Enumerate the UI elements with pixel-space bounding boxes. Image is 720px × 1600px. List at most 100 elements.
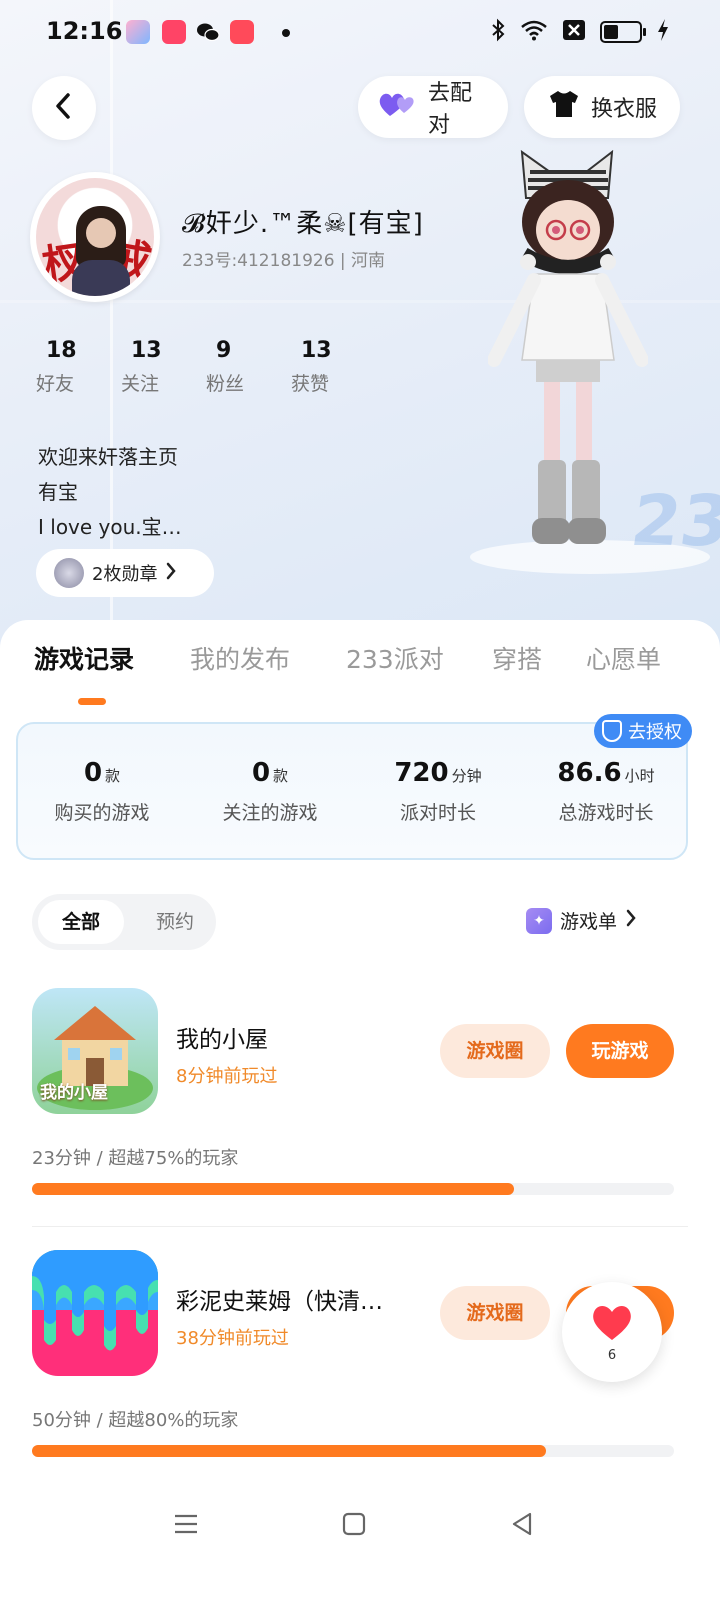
system-navigation-bar xyxy=(0,1490,720,1560)
bluetooth-icon xyxy=(490,18,506,46)
summary-purchased: 0款 购买的游戏 xyxy=(18,758,186,825)
battery-icon xyxy=(600,21,646,43)
status-time: 12:16 xyxy=(46,17,123,45)
game-list-link[interactable]: ✦ 游戏单 xyxy=(526,907,637,934)
summary-value: 0 xyxy=(251,758,271,788)
status-bar: 12:16 xyxy=(0,0,720,64)
stat-number: 9 xyxy=(216,338,232,363)
like-count: 6 xyxy=(607,1348,617,1363)
authorize-button[interactable]: 去授权 xyxy=(594,714,692,748)
summary-unit: 分钟 xyxy=(451,767,482,785)
status-right-icons xyxy=(490,18,670,46)
tab-game-records[interactable]: 游戏记录 xyxy=(34,640,134,676)
avatar-decoration xyxy=(72,260,130,296)
stat-fans[interactable]: 9 粉丝 xyxy=(200,338,285,396)
bio-line: I love you.宝… xyxy=(38,515,182,539)
stat-label: 粉丝 xyxy=(206,373,245,395)
summary-label: 购买的游戏 xyxy=(54,802,150,824)
game-last-played: 38分钟前玩过 xyxy=(176,1328,289,1349)
filter-all[interactable]: 全部 xyxy=(38,900,124,944)
heart-icon xyxy=(590,1302,634,1349)
avatar-decoration xyxy=(86,218,116,248)
game-name: 我的小屋 xyxy=(176,1027,268,1053)
stat-following[interactable]: 13 关注 xyxy=(115,338,200,396)
stat-label: 获赞 xyxy=(291,373,330,395)
back-triangle-icon[interactable] xyxy=(508,1510,536,1542)
notification-dot xyxy=(282,29,290,37)
filter-segmented-control: 全部 预约 xyxy=(32,894,216,950)
home-icon[interactable] xyxy=(340,1510,368,1542)
charging-icon xyxy=(656,18,670,46)
menu-icon[interactable] xyxy=(172,1510,200,1542)
game-playtime: 50分钟 / 超越80%的玩家 xyxy=(32,1410,239,1431)
tshirt-icon xyxy=(547,89,581,125)
tab-233-party[interactable]: 233派对 xyxy=(346,640,444,676)
summary-unit: 款 xyxy=(105,767,121,785)
summary-value: 0 xyxy=(83,758,103,788)
summary-value: 86.6 xyxy=(557,758,622,788)
wechat-icon xyxy=(196,20,220,44)
stat-label: 关注 xyxy=(121,373,160,395)
hearts-icon xyxy=(378,89,418,125)
livestream-app-icon xyxy=(162,20,186,44)
game-circle-button[interactable]: 游戏圈 xyxy=(440,1286,550,1340)
like-button[interactable]: 6 xyxy=(562,1282,662,1382)
filter-reserve[interactable]: 预约 xyxy=(132,900,218,944)
game-icon-house: 我的小屋 xyxy=(32,988,158,1114)
summary-unit: 小时 xyxy=(624,767,655,785)
game-progress-track xyxy=(32,1445,674,1457)
summary-unit: 款 xyxy=(273,767,289,785)
user-avatar[interactable]: 杈 戒 xyxy=(30,172,160,302)
tab-my-posts[interactable]: 我的发布 xyxy=(190,640,290,676)
bio-line: 有宝 xyxy=(38,480,78,504)
stat-likes[interactable]: 13 获赞 xyxy=(285,338,370,396)
tab-wishlist[interactable]: 心愿单 xyxy=(586,640,661,676)
divider xyxy=(32,1226,688,1227)
game-circle-button[interactable]: 游戏圈 xyxy=(440,1024,550,1078)
play-game-button[interactable]: 玩游戏 xyxy=(566,1024,674,1078)
go-match-button[interactable]: 去配对 xyxy=(358,76,508,138)
chevron-left-icon xyxy=(52,92,76,124)
change-outfit-label: 换衣服 xyxy=(590,97,657,122)
summary-total-time: 86.6 小时 总游戏时长 xyxy=(522,758,690,825)
stat-number: 13 xyxy=(131,338,162,363)
chevron-right-icon xyxy=(165,562,177,585)
summary-followed: 0款 关注的游戏 xyxy=(186,758,354,825)
stat-number: 13 xyxy=(301,338,332,363)
summary-party-time: 720 分钟 派对时长 xyxy=(354,758,522,825)
stat-number: 18 xyxy=(46,338,77,363)
summary-label: 关注的游戏 xyxy=(222,802,318,824)
medals-button[interactable]: 2枚勋章 xyxy=(36,549,214,597)
summary-value: 720 xyxy=(394,758,449,788)
stat-label: 好友 xyxy=(36,373,75,395)
chevron-right-icon xyxy=(625,909,637,932)
tab-outfits[interactable]: 穿搭 xyxy=(492,640,542,676)
game-summary-panel: 0款 购买的游戏 0款 关注的游戏 720 分钟 派对时长 86.6 小时 总游戏时… xyxy=(16,722,688,860)
profile-tabs: 游戏记录 我的发布 233派对 穿搭 心愿单 xyxy=(0,640,720,710)
profile-stats: 18 好友 13 关注 9 粉丝 13 获赞 xyxy=(30,338,370,396)
stat-friends[interactable]: 18 好友 xyxy=(30,338,115,396)
profile-bio: 欢迎来奸落主页 有宝 I love you.宝… xyxy=(38,440,182,545)
game-playtime: 23分钟 / 超越75%的玩家 xyxy=(32,1148,239,1169)
back-button[interactable] xyxy=(32,76,96,140)
authorize-label: 去授权 xyxy=(628,722,682,743)
wifi-icon xyxy=(520,19,548,45)
avatar-photo: 杈 戒 xyxy=(36,178,154,296)
game-icon-slime xyxy=(32,1250,158,1376)
game-name: 彩泥史莱姆（快清… xyxy=(176,1289,383,1315)
sim-off-icon xyxy=(562,19,586,45)
game-last-played: 8分钟前玩过 xyxy=(176,1066,278,1087)
game-icon-text: 我的小屋 xyxy=(40,1083,108,1103)
change-outfit-button[interactable]: 换衣服 xyxy=(524,76,680,138)
sparkle-icon: ✦ xyxy=(526,907,552,934)
3d-avatar-character[interactable] xyxy=(487,149,649,570)
active-tab-indicator xyxy=(78,698,106,705)
medal-icon xyxy=(54,558,84,588)
user-id-location: 233号:412181926 | 河南 xyxy=(182,251,386,271)
go-match-label: 去配对 xyxy=(428,81,473,138)
medals-label: 2枚勋章 xyxy=(92,564,158,585)
bio-line: 欢迎来奸落主页 xyxy=(38,445,178,469)
summary-label: 派对时长 xyxy=(399,802,476,824)
game-progress-fill xyxy=(32,1183,514,1195)
game-progress-fill xyxy=(32,1445,546,1457)
